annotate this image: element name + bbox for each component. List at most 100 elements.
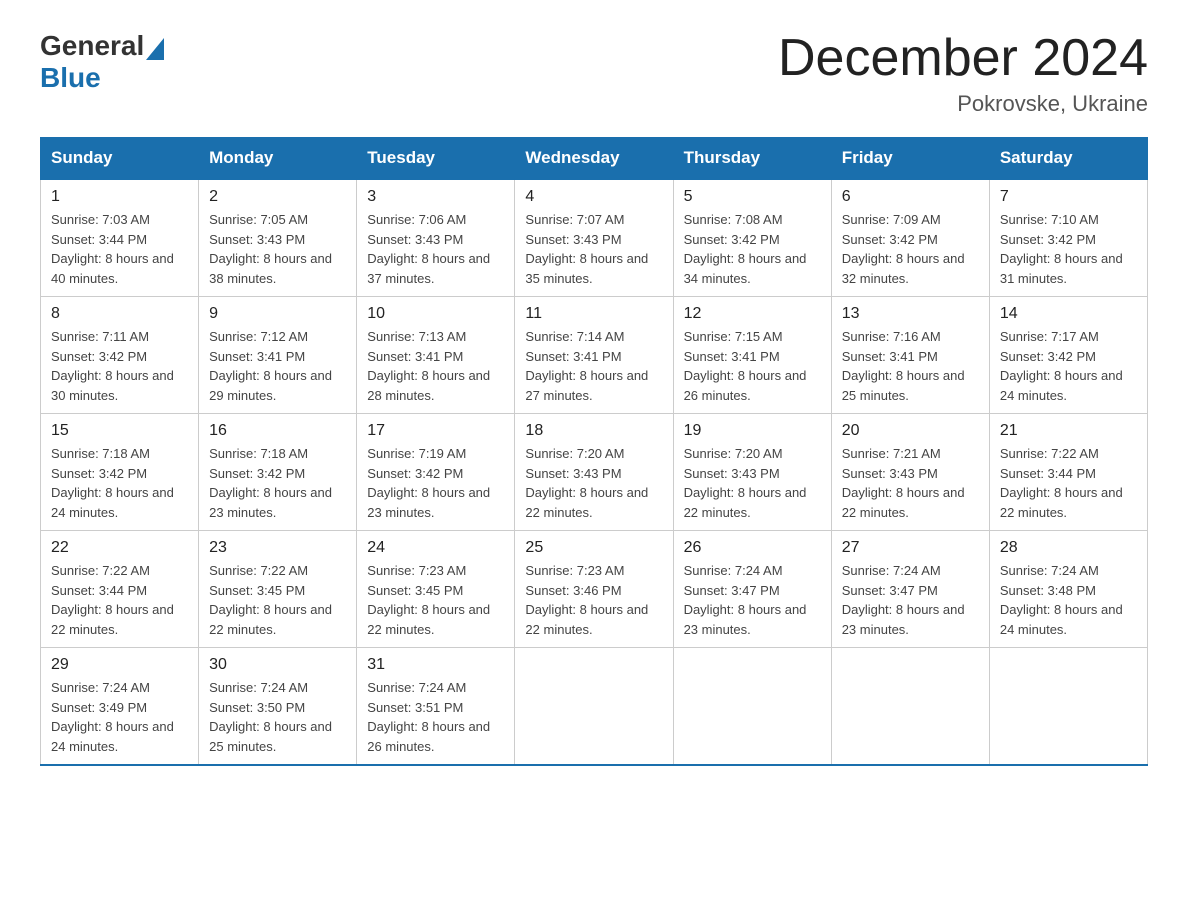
calendar-cell: 28Sunrise: 7:24 AMSunset: 3:48 PMDayligh… (989, 531, 1147, 648)
day-number: 4 (525, 188, 662, 206)
day-info: Sunrise: 7:24 AMSunset: 3:48 PMDaylight:… (1000, 561, 1137, 639)
header-saturday: Saturday (989, 138, 1147, 180)
calendar-cell: 20 Sunrise: 7:21 AMSunset: 3:43 PMDayligh… (831, 414, 989, 531)
day-info: Sunrise: 7:15 AMSunset: 3:41 PMDaylight:… (684, 327, 821, 405)
logo-triangle-icon (146, 38, 164, 60)
calendar-cell: 10Sunrise: 7:13 AMSunset: 3:41 PMDayligh… (357, 297, 515, 414)
day-info: Sunrise: 7:07 AMSunset: 3:43 PMDaylight:… (525, 210, 662, 288)
calendar-cell: 7Sunrise: 7:10 AMSunset: 3:42 PMDaylight… (989, 179, 1147, 297)
calendar-cell (673, 648, 831, 766)
calendar-cell: 3 Sunrise: 7:06 AMSunset: 3:43 PMDaylight… (357, 179, 515, 297)
day-number: 14 (1000, 305, 1137, 323)
day-info: Sunrise: 7:20 AMSunset: 3:43 PMDaylight:… (525, 444, 662, 522)
day-number: 1 (51, 188, 188, 206)
calendar-cell: 14 Sunrise: 7:17 AMSunset: 3:42 PMDayligh… (989, 297, 1147, 414)
calendar-cell: 18 Sunrise: 7:20 AMSunset: 3:43 PMDayligh… (515, 414, 673, 531)
day-info: Sunrise: 7:20 AMSunset: 3:43 PMDaylight:… (684, 444, 821, 522)
calendar-cell: 19 Sunrise: 7:20 AMSunset: 3:43 PMDayligh… (673, 414, 831, 531)
logo-blue-text: Blue (40, 62, 101, 93)
calendar-cell: 9Sunrise: 7:12 AMSunset: 3:41 PMDaylight… (199, 297, 357, 414)
day-number: 6 (842, 188, 979, 206)
day-number: 3 (367, 188, 504, 206)
day-info: Sunrise: 7:18 AMSunset: 3:42 PMDaylight:… (209, 444, 346, 522)
day-number: 10 (367, 305, 504, 323)
calendar-cell: 6 Sunrise: 7:09 AMSunset: 3:42 PMDaylight… (831, 179, 989, 297)
calendar-cell: 11 Sunrise: 7:14 AMSunset: 3:41 PMDayligh… (515, 297, 673, 414)
calendar-cell: 5 Sunrise: 7:08 AMSunset: 3:42 PMDaylight… (673, 179, 831, 297)
day-info: Sunrise: 7:21 AMSunset: 3:43 PMDaylight:… (842, 444, 979, 522)
day-number: 5 (684, 188, 821, 206)
calendar-cell: 8 Sunrise: 7:11 AMSunset: 3:42 PMDaylight… (41, 297, 199, 414)
header-thursday: Thursday (673, 138, 831, 180)
day-number: 26 (684, 539, 821, 557)
day-number: 30 (209, 656, 346, 674)
day-info: Sunrise: 7:22 AMSunset: 3:45 PMDaylight:… (209, 561, 346, 639)
day-info: Sunrise: 7:06 AMSunset: 3:43 PMDaylight:… (367, 210, 504, 288)
day-info: Sunrise: 7:24 AMSunset: 3:49 PMDaylight:… (51, 678, 188, 756)
calendar-cell: 30 Sunrise: 7:24 AMSunset: 3:50 PMDayligh… (199, 648, 357, 766)
calendar-cell: 21 Sunrise: 7:22 AMSunset: 3:44 PMDayligh… (989, 414, 1147, 531)
day-info: Sunrise: 7:24 AMSunset: 3:50 PMDaylight:… (209, 678, 346, 756)
logo: General Blue (40, 30, 164, 94)
day-info: Sunrise: 7:23 AMSunset: 3:45 PMDaylight:… (367, 561, 504, 639)
calendar-week-row: 29Sunrise: 7:24 AMSunset: 3:49 PMDayligh… (41, 648, 1148, 766)
calendar-cell: 27 Sunrise: 7:24 AMSunset: 3:47 PMDayligh… (831, 531, 989, 648)
day-number: 25 (525, 539, 662, 557)
calendar-cell: 24Sunrise: 7:23 AMSunset: 3:45 PMDayligh… (357, 531, 515, 648)
day-info: Sunrise: 7:19 AMSunset: 3:42 PMDaylight:… (367, 444, 504, 522)
day-info: Sunrise: 7:11 AMSunset: 3:42 PMDaylight:… (51, 327, 188, 405)
day-info: Sunrise: 7:24 AMSunset: 3:51 PMDaylight:… (367, 678, 504, 756)
calendar-cell: 2Sunrise: 7:05 AMSunset: 3:43 PMDaylight… (199, 179, 357, 297)
day-info: Sunrise: 7:03 AMSunset: 3:44 PMDaylight:… (51, 210, 188, 288)
day-info: Sunrise: 7:24 AMSunset: 3:47 PMDaylight:… (842, 561, 979, 639)
day-info: Sunrise: 7:08 AMSunset: 3:42 PMDaylight:… (684, 210, 821, 288)
day-number: 12 (684, 305, 821, 323)
day-number: 22 (51, 539, 188, 557)
calendar-cell (989, 648, 1147, 766)
calendar-table: SundayMondayTuesdayWednesdayThursdayFrid… (40, 137, 1148, 766)
calendar-cell (831, 648, 989, 766)
day-info: Sunrise: 7:09 AMSunset: 3:42 PMDaylight:… (842, 210, 979, 288)
calendar-cell: 25 Sunrise: 7:23 AMSunset: 3:46 PMDayligh… (515, 531, 673, 648)
day-info: Sunrise: 7:05 AMSunset: 3:43 PMDaylight:… (209, 210, 346, 288)
logo-general-text: General (40, 30, 144, 62)
day-info: Sunrise: 7:17 AMSunset: 3:42 PMDaylight:… (1000, 327, 1137, 405)
page-header: General Blue December 2024 Pokrovske, Uk… (40, 30, 1148, 117)
day-number: 18 (525, 422, 662, 440)
calendar-cell: 12 Sunrise: 7:15 AMSunset: 3:41 PMDayligh… (673, 297, 831, 414)
day-number: 13 (842, 305, 979, 323)
day-number: 23 (209, 539, 346, 557)
day-info: Sunrise: 7:23 AMSunset: 3:46 PMDaylight:… (525, 561, 662, 639)
calendar-cell: 4 Sunrise: 7:07 AMSunset: 3:43 PMDaylight… (515, 179, 673, 297)
calendar-week-row: 22 Sunrise: 7:22 AMSunset: 3:44 PMDayligh… (41, 531, 1148, 648)
location-subtitle: Pokrovske, Ukraine (778, 91, 1148, 117)
calendar-week-row: 8 Sunrise: 7:11 AMSunset: 3:42 PMDaylight… (41, 297, 1148, 414)
calendar-week-row: 1 Sunrise: 7:03 AMSunset: 3:44 PMDaylight… (41, 179, 1148, 297)
calendar-cell: 29Sunrise: 7:24 AMSunset: 3:49 PMDayligh… (41, 648, 199, 766)
day-number: 19 (684, 422, 821, 440)
header-tuesday: Tuesday (357, 138, 515, 180)
day-number: 17 (367, 422, 504, 440)
header-monday: Monday (199, 138, 357, 180)
calendar-cell: 1 Sunrise: 7:03 AMSunset: 3:44 PMDaylight… (41, 179, 199, 297)
day-number: 27 (842, 539, 979, 557)
day-info: Sunrise: 7:22 AMSunset: 3:44 PMDaylight:… (1000, 444, 1137, 522)
calendar-cell: 22 Sunrise: 7:22 AMSunset: 3:44 PMDayligh… (41, 531, 199, 648)
calendar-cell: 26 Sunrise: 7:24 AMSunset: 3:47 PMDayligh… (673, 531, 831, 648)
day-number: 20 (842, 422, 979, 440)
day-number: 8 (51, 305, 188, 323)
day-number: 21 (1000, 422, 1137, 440)
day-info: Sunrise: 7:24 AMSunset: 3:47 PMDaylight:… (684, 561, 821, 639)
day-info: Sunrise: 7:14 AMSunset: 3:41 PMDaylight:… (525, 327, 662, 405)
calendar-cell: 15 Sunrise: 7:18 AMSunset: 3:42 PMDayligh… (41, 414, 199, 531)
day-info: Sunrise: 7:22 AMSunset: 3:44 PMDaylight:… (51, 561, 188, 639)
day-info: Sunrise: 7:10 AMSunset: 3:42 PMDaylight:… (1000, 210, 1137, 288)
day-number: 11 (525, 305, 662, 323)
day-info: Sunrise: 7:18 AMSunset: 3:42 PMDaylight:… (51, 444, 188, 522)
day-info: Sunrise: 7:16 AMSunset: 3:41 PMDaylight:… (842, 327, 979, 405)
day-number: 31 (367, 656, 504, 674)
calendar-cell: 13 Sunrise: 7:16 AMSunset: 3:41 PMDayligh… (831, 297, 989, 414)
day-number: 15 (51, 422, 188, 440)
header-sunday: Sunday (41, 138, 199, 180)
header-wednesday: Wednesday (515, 138, 673, 180)
